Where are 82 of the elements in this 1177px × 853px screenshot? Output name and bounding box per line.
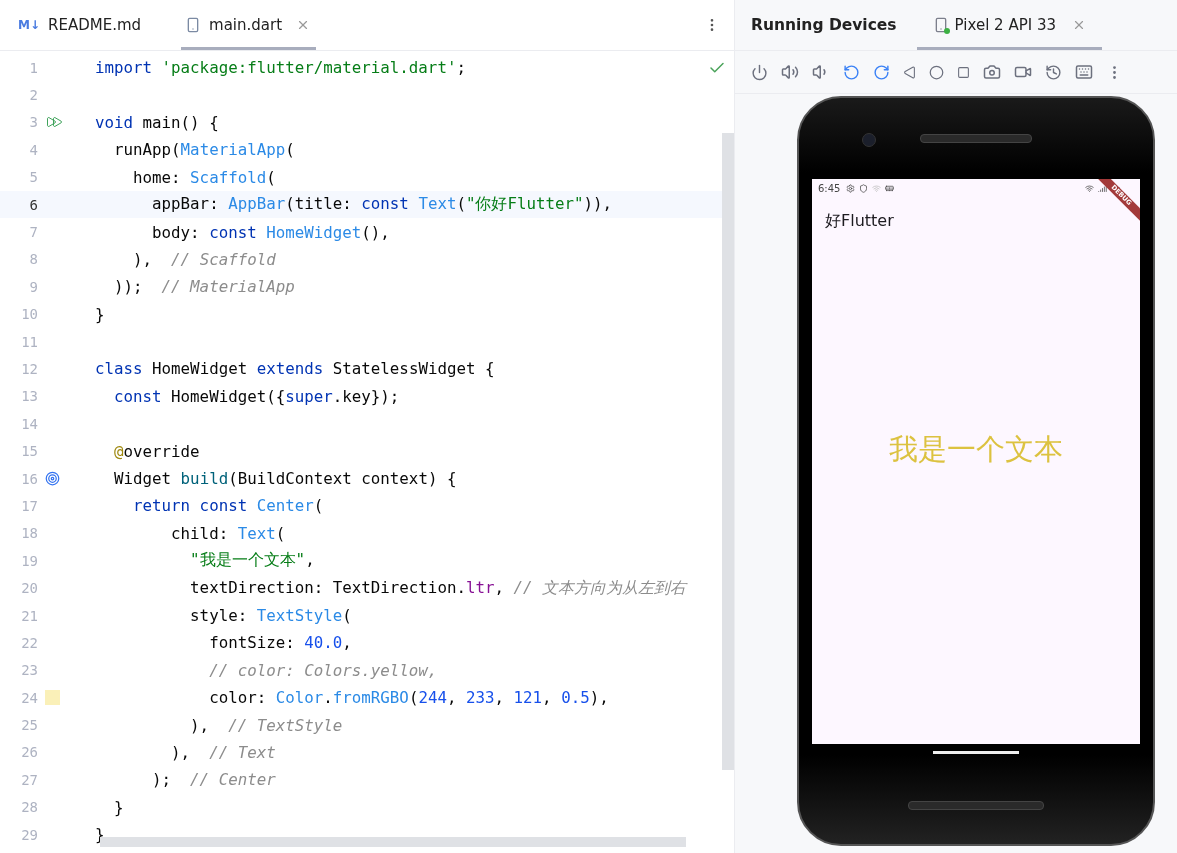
line-number: 21 [20,607,38,624]
panel-title: Running Devices [751,16,897,34]
target-icon[interactable] [45,471,60,487]
close-icon[interactable] [1072,18,1086,32]
code-line: style: TextStyle( [189,606,352,625]
line-number: 11 [20,333,38,350]
overview-icon[interactable] [957,65,970,79]
code-line: // color: Colors.yellow, [208,660,438,680]
run-icon[interactable] [45,116,63,129]
line-number: 3 [28,114,38,131]
line-number: 2 [28,87,38,104]
code-line: "我是一个文本", [189,550,315,572]
line-number: 9 [28,278,38,295]
line-number: 13 [20,388,38,405]
line-number: 19 [20,552,38,569]
code-line: } [95,825,105,845]
line-number: 16 [20,470,38,487]
code-line: ), // TextStyle [189,715,343,735]
signal-icon [1098,183,1107,193]
code-line: } [113,797,124,817]
rotate-left-icon[interactable] [843,63,860,81]
wifi-icon [1085,183,1094,193]
line-number: 20 [20,580,38,597]
line-number: 7 [28,224,38,241]
line-number: 5 [28,169,38,186]
code-line: ); // Center [151,770,276,790]
device-tab[interactable]: Pixel 2 API 33 [916,0,1102,50]
status-time: 6:45 [818,182,841,194]
line-number: 18 [20,525,38,542]
line-number: 29 [20,826,38,843]
line-number: 6 [28,196,38,213]
code-line: color: Color.fromRGBO(244, 233, 121, 0.5), [208,688,609,708]
code-line: class HomeWidget extends StatelessWidget { [95,359,495,379]
line-number: 17 [20,497,38,514]
line-number: 10 [20,306,38,323]
back-icon[interactable] [903,65,916,79]
line-number: 12 [20,361,38,377]
line-number: 26 [20,744,38,761]
code-line: )); // MaterialApp [113,277,295,297]
vertical-scrollbar[interactable] [722,133,734,770]
history-icon[interactable] [1045,63,1062,81]
code-line: ), // Scaffold [132,249,276,269]
line-number: 15 [20,443,38,460]
line-number: 27 [20,771,38,788]
code-line: runApp(MaterialApp( [113,140,295,160]
home-icon[interactable] [929,64,944,80]
camera-icon[interactable] [983,63,1001,81]
code-line: void main() { [95,112,219,132]
line-number: 4 [28,141,38,158]
centered-text: 我是一个文本 [889,431,1063,468]
line-number: 14 [20,415,38,432]
camera-lens [862,133,876,147]
power-icon[interactable] [751,63,768,81]
code-line: import 'package:flutter/material.dart'; [95,58,466,78]
gear-icon [846,183,856,193]
line-number: 24 [20,689,38,706]
line-number: 23 [20,662,38,679]
line-number: 28 [20,799,38,816]
code-line: body: const HomeWidget(), [151,222,390,242]
shield-icon [859,183,869,193]
code-line: } [95,304,105,324]
wifi-icon [872,183,882,193]
code-line: const HomeWidget({super.key}); [113,386,400,406]
line-number: 1 [28,59,38,76]
code-line: appBar: AppBar(title: const Text("你好Flutter")), [151,194,613,216]
code-line: return const Center( [132,496,324,516]
color-swatch[interactable] [45,690,60,706]
line-number: 22 [20,634,38,651]
line-number: 25 [20,717,38,734]
code-line: child: Text( [170,523,286,543]
volume-up-icon[interactable] [781,63,799,81]
code-line: fontSize: 40.0, [208,633,352,653]
rotate-right-icon[interactable] [873,63,890,81]
code-line: home: Scaffold( [132,167,276,187]
code-line: ), // Text [170,742,276,762]
line-number: 8 [28,251,38,268]
keyboard-icon[interactable] [1075,63,1093,81]
file-tab[interactable]: main.dart [181,0,317,50]
file-tab[interactable]: M↓ README.md [14,0,148,50]
code-line: textDirection: TextDirection.ltr, // 文本方向为从左到右 [189,577,687,599]
code-line: @override [113,441,200,461]
code-line: Widget build(BuildContext context) { [113,469,457,489]
